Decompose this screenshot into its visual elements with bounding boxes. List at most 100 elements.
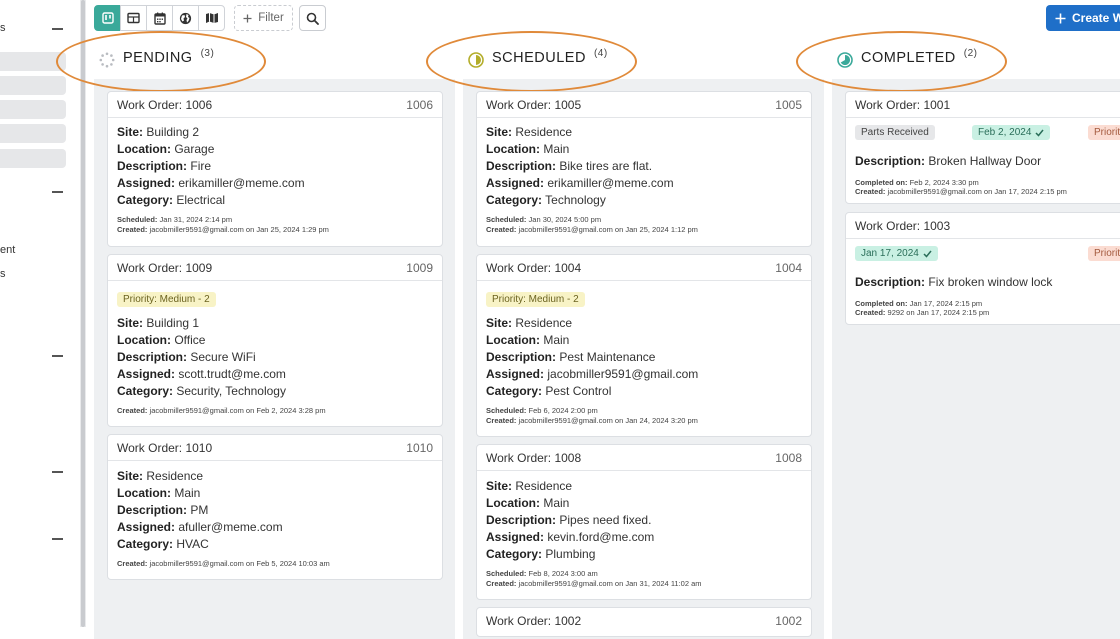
site-field: Site: Building 2 xyxy=(117,125,200,139)
created-meta: Created: jacobmiller9591@gmail.com on Ja… xyxy=(855,187,1067,196)
work-order-card[interactable]: Work Order: 1005 1005 Site: Residence Lo… xyxy=(476,91,812,247)
sidebar-item[interactable] xyxy=(0,149,66,168)
sidebar-item[interactable] xyxy=(0,76,66,95)
map-view-icon xyxy=(205,13,218,23)
card-title: Work Order: 1009 xyxy=(117,260,213,275)
work-order-card[interactable]: Work Order: 1003 Jan 17, 2024 Priorit De… xyxy=(845,212,1120,325)
card-number: 1002 xyxy=(775,614,802,628)
assigned-field: Assigned: erikamiller@meme.com xyxy=(117,176,305,190)
work-order-card[interactable]: Work Order: 1001 Parts Received Feb 2, 2… xyxy=(845,91,1120,204)
created-meta: Created: jacobmiller9591@gmail.com on Fe… xyxy=(117,406,326,415)
site-field: Site: Residence xyxy=(117,469,204,483)
sidebar-label[interactable]: s xyxy=(0,268,6,280)
assigned-field: Assigned: scott.trudt@me.com xyxy=(117,367,286,381)
location-field: Location: Main xyxy=(486,142,570,156)
description-field: Description: Broken Hallway Door xyxy=(855,154,1042,168)
filter-label: Filter xyxy=(258,12,284,24)
created-meta: Created: jacobmiller9591@gmail.com on Fe… xyxy=(117,559,330,568)
work-order-card[interactable]: Work Order: 1006 1006 Site: Building 2 L… xyxy=(107,91,443,247)
sidebar-label: s xyxy=(0,22,6,34)
collapse-icon[interactable] xyxy=(52,191,63,193)
card-header: Work Order: 1001 xyxy=(846,92,1120,118)
board-view-icon xyxy=(101,12,114,24)
work-order-card[interactable]: Work Order: 1009 1009 Priority: Medium -… xyxy=(107,254,443,427)
search-button[interactable] xyxy=(299,5,326,31)
calendar-view-icon xyxy=(153,12,166,25)
date-badge: Jan 17, 2024 xyxy=(855,246,938,261)
category-field: Category: Technology xyxy=(486,193,606,207)
assigned-field: Assigned: afuller@meme.com xyxy=(117,520,283,534)
card-number: 1005 xyxy=(775,97,802,112)
card-title: Work Order: 1010 xyxy=(117,440,213,455)
create-work-order-button[interactable]: Create W xyxy=(1046,5,1120,31)
category-field: Category: Electrical xyxy=(117,193,226,207)
card-title: Work Order: 1002 xyxy=(486,614,582,628)
card-title: Work Order: 1004 xyxy=(486,260,582,275)
card-title: Work Order: 1008 xyxy=(486,450,582,465)
highlight-ellipse xyxy=(56,31,266,92)
site-field: Site: Residence xyxy=(486,316,573,330)
scheduled-meta: Scheduled: Feb 6, 2024 2:00 pm xyxy=(486,406,598,415)
sidebar-label[interactable]: ent xyxy=(0,244,15,256)
site-field: Site: Residence xyxy=(486,479,573,493)
card-title: Work Order: 1005 xyxy=(486,97,582,112)
description-field: Description: Pest Maintenance xyxy=(486,350,656,364)
card-title: Work Order: 1001 xyxy=(855,97,951,112)
view-switcher xyxy=(94,5,225,31)
site-field: Site: Residence xyxy=(486,125,573,139)
category-field: Category: Pest Control xyxy=(486,384,612,398)
priority-badge: Priorit xyxy=(1088,246,1120,261)
priority-badge: Priority: Medium - 2 xyxy=(486,292,585,307)
collapse-icon[interactable] xyxy=(52,471,63,473)
plus-icon xyxy=(243,14,252,22)
plus-icon xyxy=(1055,13,1066,23)
globe-view-icon xyxy=(179,12,192,24)
location-field: Location: Main xyxy=(117,486,201,500)
work-order-card[interactable]: Work Order: 1008 1008 Site: Residence Lo… xyxy=(476,444,812,600)
location-field: Location: Office xyxy=(117,333,206,347)
created-meta: Created: jacobmiller9591@gmail.com on Ja… xyxy=(486,578,702,588)
card-number: 1004 xyxy=(775,260,802,275)
map-view-button[interactable] xyxy=(198,5,225,31)
table-view-button[interactable] xyxy=(120,5,147,31)
card-header: Work Order: 1006 1006 xyxy=(108,92,442,118)
card-header: Work Order: 1009 1009 xyxy=(108,255,442,281)
category-field: Category: HVAC xyxy=(117,537,209,551)
scheduled-meta: Scheduled: Jan 30, 2024 5:00 pm xyxy=(486,215,602,224)
date-badge: Feb 2, 2024 xyxy=(972,125,1051,140)
collapse-icon[interactable] xyxy=(52,355,63,357)
calendar-view-button[interactable] xyxy=(146,5,173,31)
card-title: Work Order: 1006 xyxy=(117,97,213,112)
scheduled-meta: Scheduled: Feb 8, 2024 3:00 am xyxy=(486,569,598,578)
card-number: 1010 xyxy=(406,440,433,455)
work-order-card[interactable]: Work Order: 1002 1002 xyxy=(476,607,812,637)
created-meta: Created: 9292 on Jan 17, 2024 2:15 pm xyxy=(855,308,990,317)
work-order-card[interactable]: Work Order: 1010 1010 Site: Residence Lo… xyxy=(107,434,443,580)
description-field: Description: Bike tires are flat. xyxy=(486,159,653,173)
work-order-card[interactable]: Work Order: 1004 1004 Priority: Medium -… xyxy=(476,254,812,437)
table-view-icon xyxy=(127,12,140,24)
check-icon xyxy=(923,250,932,258)
created-meta: Created: jacobmiller9591@gmail.com on Ja… xyxy=(117,224,329,234)
sidebar: s ent s xyxy=(0,0,80,627)
assigned-field: Assigned: erikamiller@meme.com xyxy=(486,176,674,190)
collapse-icon[interactable] xyxy=(52,28,63,30)
collapse-icon[interactable] xyxy=(52,538,63,540)
board-view-button[interactable] xyxy=(94,5,121,31)
card-header: Work Order: 1008 1008 xyxy=(477,445,811,471)
highlight-ellipse xyxy=(426,31,637,92)
card-header: Work Order: 1004 1004 xyxy=(477,255,811,281)
card-number: 1009 xyxy=(406,260,433,275)
description-field: Description: Pipes need fixed. xyxy=(486,513,652,527)
globe-view-button[interactable] xyxy=(172,5,199,31)
filter-button[interactable]: Filter xyxy=(234,5,293,31)
assigned-field: Assigned: kevin.ford@me.com xyxy=(486,530,655,544)
priority-badge: Priority: Medium - 2 xyxy=(117,292,216,307)
scheduled-meta: Scheduled: Jan 31, 2024 2:14 pm xyxy=(117,215,233,224)
description-field: Description: Secure WiFi xyxy=(117,350,256,364)
sidebar-item[interactable] xyxy=(0,100,66,119)
sidebar-item[interactable] xyxy=(0,124,66,143)
sidebar-scrollbar-thumb[interactable] xyxy=(81,0,85,627)
card-number: 1006 xyxy=(406,97,433,112)
card-title: Work Order: 1003 xyxy=(855,218,951,233)
